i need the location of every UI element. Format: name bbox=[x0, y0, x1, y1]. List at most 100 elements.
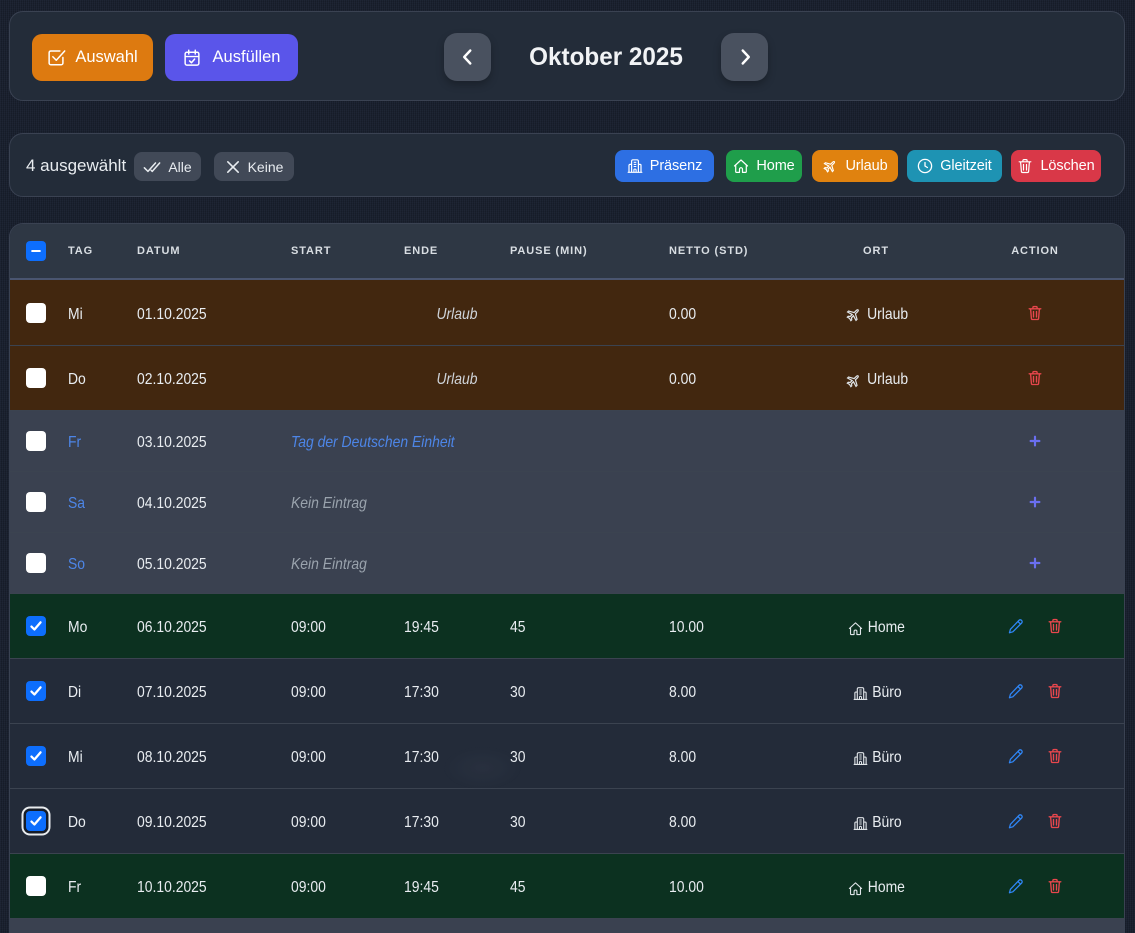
cell-datum: 10.10.2025 bbox=[137, 856, 207, 920]
cell-start: 09:00 bbox=[291, 791, 326, 855]
table-row[interactable]: Sa 04.10.2025 Kein Eintrag bbox=[10, 471, 1124, 532]
column-header-ende: ENDE bbox=[404, 224, 438, 278]
cell-netto: 8.00 bbox=[669, 661, 696, 725]
cell-ort: Home bbox=[811, 856, 945, 920]
row-checkbox[interactable] bbox=[26, 431, 46, 451]
edit-row-button[interactable] bbox=[998, 724, 1032, 788]
buildings-icon bbox=[853, 816, 868, 831]
check-square-icon bbox=[47, 48, 66, 67]
row-checkbox[interactable] bbox=[26, 746, 46, 766]
edit-row-button[interactable] bbox=[998, 789, 1032, 853]
cell-ort: Home bbox=[811, 596, 945, 660]
row-checkbox[interactable] bbox=[26, 616, 46, 636]
ausfuellen-button-label: Ausfüllen bbox=[213, 48, 281, 67]
table-row[interactable]: Do 09.10.2025 09:00 17:30 30 8.00 Büro bbox=[10, 788, 1124, 853]
loeschen-button[interactable]: Löschen bbox=[1011, 150, 1101, 182]
cell-start: 09:00 bbox=[291, 856, 326, 920]
cell-datum: 01.10.2025 bbox=[137, 282, 207, 347]
cell-netto: 8.00 bbox=[669, 791, 696, 855]
next-month-button[interactable] bbox=[721, 33, 768, 81]
pencil-icon bbox=[1007, 878, 1024, 895]
plus-icon bbox=[1029, 435, 1041, 447]
add-entry-button[interactable] bbox=[1018, 472, 1052, 532]
trash-icon bbox=[1047, 878, 1063, 894]
cell-netto: 8.00 bbox=[669, 726, 696, 790]
row-checkbox[interactable] bbox=[26, 811, 46, 831]
table-row[interactable]: Di 07.10.2025 09:00 17:30 30 8.00 Büro bbox=[10, 658, 1124, 723]
table-row[interactable] bbox=[10, 918, 1124, 933]
cell-ende: 19:45 bbox=[404, 596, 439, 660]
cell-label: Tag der Deutschen Einheit bbox=[291, 413, 455, 473]
delete-row-button[interactable] bbox=[1038, 724, 1072, 788]
cell-label: Kein Eintrag bbox=[291, 474, 367, 534]
pencil-icon bbox=[1007, 813, 1024, 830]
cell-pause: 45 bbox=[510, 596, 525, 660]
select-all-label: Alle bbox=[168, 159, 191, 175]
check-all-icon bbox=[143, 158, 161, 176]
delete-row-button[interactable] bbox=[1038, 659, 1072, 723]
select-none-button[interactable]: Keine bbox=[214, 152, 294, 181]
house-icon bbox=[848, 621, 863, 636]
cell-start: 09:00 bbox=[291, 661, 326, 725]
cell-start: 09:00 bbox=[291, 596, 326, 660]
row-checkbox[interactable] bbox=[26, 876, 46, 896]
row-checkbox[interactable] bbox=[26, 303, 46, 323]
praesenz-button[interactable]: Präsenz bbox=[615, 150, 714, 182]
delete-row-button[interactable] bbox=[1018, 346, 1052, 410]
table-row[interactable]: Mi 01.10.2025 Urlaub 0.00 Urlaub bbox=[10, 280, 1124, 345]
urlaub-button[interactable]: Urlaub bbox=[812, 150, 898, 182]
cell-tag: Mi bbox=[68, 726, 83, 790]
delete-row-button[interactable] bbox=[1038, 854, 1072, 918]
table-header-row: TAG DATUM START ENDE PAUSE (MIN) NETTO (… bbox=[10, 224, 1124, 280]
row-checkbox[interactable] bbox=[26, 492, 46, 512]
select-none-label: Keine bbox=[248, 159, 284, 175]
delete-row-button[interactable] bbox=[1038, 594, 1072, 658]
cell-tag: Sa bbox=[68, 474, 85, 534]
cell-ort: Urlaub bbox=[811, 348, 945, 412]
row-checkbox[interactable] bbox=[26, 368, 46, 388]
delete-row-button[interactable] bbox=[1038, 789, 1072, 853]
cell-ende: 17:30 bbox=[404, 726, 439, 790]
table-row[interactable]: Fr 03.10.2025 Tag der Deutschen Einheit bbox=[10, 410, 1124, 471]
column-header-datum: DATUM bbox=[137, 224, 180, 278]
select-all-button[interactable]: Alle bbox=[134, 152, 201, 181]
delete-row-button[interactable] bbox=[1018, 280, 1052, 345]
table-row[interactable]: Mi 08.10.2025 09:00 17:30 30 8.00 Büro bbox=[10, 723, 1124, 788]
cell-label: Urlaub bbox=[313, 348, 602, 412]
cell-datum: 04.10.2025 bbox=[137, 474, 207, 534]
cell-tag: Fr bbox=[68, 856, 81, 920]
auswahl-button[interactable]: Auswahl bbox=[32, 34, 153, 81]
edit-row-button[interactable] bbox=[998, 854, 1032, 918]
table-row[interactable]: Fr 10.10.2025 09:00 19:45 45 10.00 Home bbox=[10, 853, 1124, 918]
gleitzeit-button[interactable]: Gleitzeit bbox=[907, 150, 1002, 182]
table-row[interactable]: So 05.10.2025 Kein Eintrag bbox=[10, 532, 1124, 593]
home-button[interactable]: Home bbox=[726, 150, 802, 182]
edit-row-button[interactable] bbox=[998, 594, 1032, 658]
ausfuellen-button[interactable]: Ausfüllen bbox=[165, 34, 298, 81]
edit-row-button[interactable] bbox=[998, 659, 1032, 723]
cell-datum: 02.10.2025 bbox=[137, 348, 207, 412]
airplane-icon bbox=[822, 158, 838, 174]
column-header-ort: ORT bbox=[809, 224, 943, 278]
cell-datum: 06.10.2025 bbox=[137, 596, 207, 660]
pencil-icon bbox=[1007, 618, 1024, 635]
row-checkbox[interactable] bbox=[26, 553, 46, 573]
column-header-pause: PAUSE (MIN) bbox=[510, 224, 588, 278]
cell-pause: 45 bbox=[510, 856, 525, 920]
calendar-check-icon bbox=[183, 49, 201, 67]
cell-pause: 30 bbox=[510, 661, 525, 725]
add-entry-button[interactable] bbox=[1018, 411, 1052, 471]
cell-start: 09:00 bbox=[291, 726, 326, 790]
buildings-icon bbox=[853, 751, 868, 766]
cell-netto: 10.00 bbox=[669, 856, 704, 920]
month-title: Oktober 2025 bbox=[494, 12, 717, 102]
prev-month-button[interactable] bbox=[444, 33, 491, 81]
table-row[interactable]: Mo 06.10.2025 09:00 19:45 45 10.00 Home bbox=[10, 593, 1124, 658]
select-all-checkbox[interactable] bbox=[26, 241, 46, 261]
cell-datum: 03.10.2025 bbox=[137, 413, 207, 473]
toolbar-card: Auswahl Ausfüllen Oktober 2025 bbox=[9, 11, 1125, 101]
row-checkbox[interactable] bbox=[26, 681, 46, 701]
add-entry-button[interactable] bbox=[1018, 533, 1052, 593]
table-row[interactable]: Do 02.10.2025 Urlaub 0.00 Urlaub bbox=[10, 345, 1124, 410]
trash-icon bbox=[1017, 158, 1033, 174]
